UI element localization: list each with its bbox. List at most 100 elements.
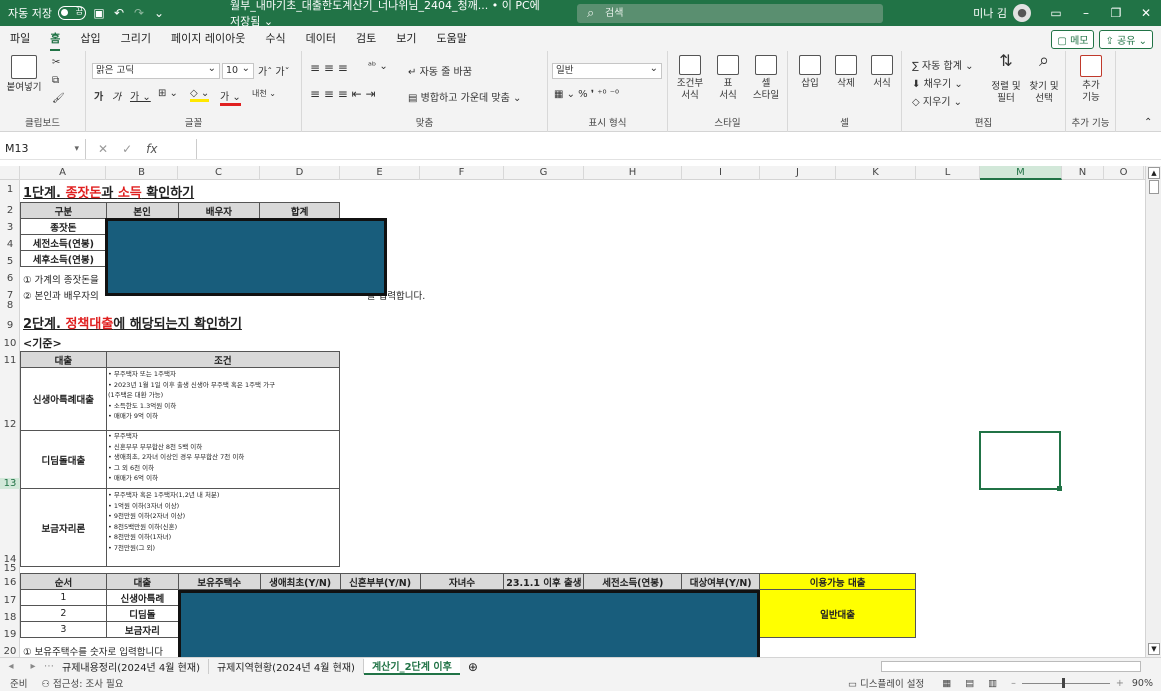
col-header-f[interactable]: F [420, 166, 504, 180]
row-header-18[interactable]: 18 [0, 612, 20, 623]
row-header-3[interactable]: 3 [0, 222, 20, 233]
font-color-icon[interactable]: 가 ⌄ [220, 88, 241, 106]
row-header-2[interactable]: 2 [0, 205, 20, 216]
italic-icon[interactable]: 가 [112, 88, 121, 103]
row-header-17[interactable]: 17 [0, 595, 20, 606]
cancel-icon[interactable]: ✕ [98, 142, 108, 156]
col-header-h[interactable]: H [584, 166, 682, 180]
document-title[interactable]: 월부_내마기초_대출한도계산기_너나위님_2404_청깨... • 이 PC에 … [230, 0, 550, 29]
row-header-13[interactable]: 13 [0, 478, 20, 489]
autosum-button[interactable]: ∑ 자동 합계 ⌄ [912, 57, 973, 72]
col-header-d[interactable]: D [260, 166, 340, 180]
conditional-format-button[interactable]: 조건부 서식 [672, 55, 708, 102]
save-icon[interactable]: ▣ [92, 6, 106, 20]
col-header-g[interactable]: G [504, 166, 584, 180]
row-header-1[interactable]: 1 [0, 184, 20, 195]
search-input[interactable]: 검색 [577, 4, 883, 23]
insert-cells-button[interactable]: 삽입 [794, 55, 826, 90]
collapse-ribbon-icon[interactable]: ⌃ [1144, 117, 1152, 128]
format-table-button[interactable]: 표 서식 [710, 55, 746, 102]
cut-icon[interactable]: ✂ [52, 57, 60, 68]
page-break-icon[interactable]: ▥ [988, 678, 997, 689]
zoom-in-icon[interactable]: + [1116, 678, 1124, 689]
col-header-n[interactable]: N [1062, 166, 1104, 180]
scroll-up-icon[interactable]: ▲ [1148, 167, 1160, 179]
row-header-15[interactable]: 15 [0, 563, 20, 574]
orientation-icon[interactable]: ᵃᵇ ⌄ [368, 61, 388, 72]
display-settings[interactable]: ▭ 디스플레이 설정 [848, 676, 924, 690]
col-header-e[interactable]: E [340, 166, 420, 180]
zoom-slider[interactable] [1021, 677, 1110, 688]
fill-handle[interactable] [1057, 486, 1062, 491]
bold-icon[interactable]: 가 [94, 88, 103, 103]
page-layout-icon[interactable]: ▤ [965, 678, 974, 689]
sheet-tab-region[interactable]: 규제지역현황(2024년 4월 현재) [209, 659, 364, 674]
restore-icon[interactable]: ❐ [1101, 6, 1131, 20]
tab-help[interactable]: 도움말 [436, 26, 466, 51]
zoom-out-icon[interactable]: – [1011, 678, 1016, 689]
col-header-l[interactable]: L [916, 166, 980, 180]
enter-icon[interactable]: ✓ [122, 142, 132, 156]
redo-icon[interactable]: ↷ [132, 6, 146, 20]
share-button[interactable]: ⇪ 공유 ⌄ [1099, 30, 1153, 49]
tab-file[interactable]: 파일 [10, 26, 30, 51]
minimize-icon[interactable]: – [1071, 6, 1101, 20]
col-header-j[interactable]: J [760, 166, 836, 180]
sheet-tab-calculator[interactable]: 계산기_2단계 이후 [363, 658, 460, 675]
row-header-9[interactable]: 9 [0, 320, 20, 331]
top-align-icon[interactable]: ≡ ≡ ≡ [310, 61, 348, 75]
row-header-20[interactable]: 20 [0, 646, 20, 657]
row-header-11[interactable]: 11 [0, 355, 20, 366]
wrap-text-button[interactable]: ↵ 자동 줄 바꿈 [408, 63, 472, 78]
autosave-toggle[interactable]: 끔 [57, 6, 86, 20]
user-name[interactable]: 미나 김 [973, 5, 1007, 21]
next-sheet-icon[interactable]: ▸ [22, 661, 44, 672]
col-header-a[interactable]: A [20, 166, 106, 180]
tab-home[interactable]: 홈 [50, 26, 61, 51]
prev-sheet-icon[interactable]: ◂ [0, 661, 22, 672]
ribbon-display-icon[interactable]: ▭ [1041, 6, 1071, 20]
accessibility-status[interactable]: ⚇ 접근성: 조사 필요 [41, 676, 123, 690]
add-sheet-icon[interactable]: ⊕ [460, 660, 486, 674]
row-header-16[interactable]: 16 [0, 577, 20, 588]
delete-cells-button[interactable]: 삭제 [830, 55, 862, 90]
font-name-select[interactable]: 맑은 고딕 [92, 62, 220, 79]
col-header-i[interactable]: I [682, 166, 760, 180]
formula-input[interactable] [196, 138, 1161, 159]
left-align-icon[interactable]: ≡ ≡ ≡ ⇤ ⇥ [310, 87, 376, 101]
format-painter-icon[interactable]: 🖌 [52, 93, 65, 104]
copy-icon[interactable]: ⧉ [52, 75, 59, 86]
addins-button[interactable]: 추가 기능 [1072, 55, 1110, 104]
more-sheets-icon[interactable]: ⋯ [44, 661, 54, 672]
select-all-corner[interactable] [0, 166, 20, 180]
merge-center-button[interactable]: ▤ 병합하고 가운데 맞춤 ⌄ [408, 89, 521, 104]
tab-insert[interactable]: 삽입 [80, 26, 100, 51]
row-header-6[interactable]: 6 [0, 273, 20, 284]
underline-icon[interactable]: 가 ⌄ [130, 88, 151, 103]
row-header-5[interactable]: 5 [0, 256, 20, 267]
selected-cell-m13[interactable] [979, 431, 1061, 490]
sheet-tab-regulation[interactable]: 규제내용정리(2024년 4월 현재) [54, 659, 209, 674]
fill-color-icon[interactable]: ◇ ⌄ [190, 88, 210, 102]
scroll-thumb[interactable] [1149, 180, 1159, 194]
cell-style-button[interactable]: 셀 스타일 [748, 55, 784, 102]
zoom-level[interactable]: 90% [1132, 678, 1153, 689]
accounting-icon[interactable]: ▦ ⌄ % ❜ ⁺⁰ ⁻⁰ [554, 89, 619, 100]
row-header-19[interactable]: 19 [0, 629, 20, 640]
find-select-button[interactable]: ⌕ 찾기 및 선택 [1026, 52, 1062, 105]
undo-icon[interactable]: ↶ [112, 6, 126, 20]
col-header-m[interactable]: M [980, 166, 1062, 180]
col-header-k[interactable]: K [836, 166, 916, 180]
row-header-4[interactable]: 4 [0, 239, 20, 250]
fill-button[interactable]: ⬇ 채우기 ⌄ [912, 75, 963, 90]
row-header-12[interactable]: 12 [0, 419, 20, 430]
tab-view[interactable]: 보기 [396, 26, 416, 51]
paste-button[interactable]: 붙여넣기 [4, 55, 44, 94]
tab-review[interactable]: 검토 [356, 26, 376, 51]
row-header-10[interactable]: 10 [0, 338, 20, 349]
worksheet-grid[interactable]: 1단계. 종잣돈과 소득 확인하기 구분 본인 배우자 합계 종잣돈 세전소득(… [20, 180, 1145, 657]
customize-chevron-icon[interactable]: ⌄ [152, 6, 166, 20]
col-header-b[interactable]: B [106, 166, 178, 180]
phonetic-icon[interactable]: 내천 ⌄ [252, 88, 276, 99]
border-icon[interactable]: ⊞ ⌄ [158, 88, 178, 99]
